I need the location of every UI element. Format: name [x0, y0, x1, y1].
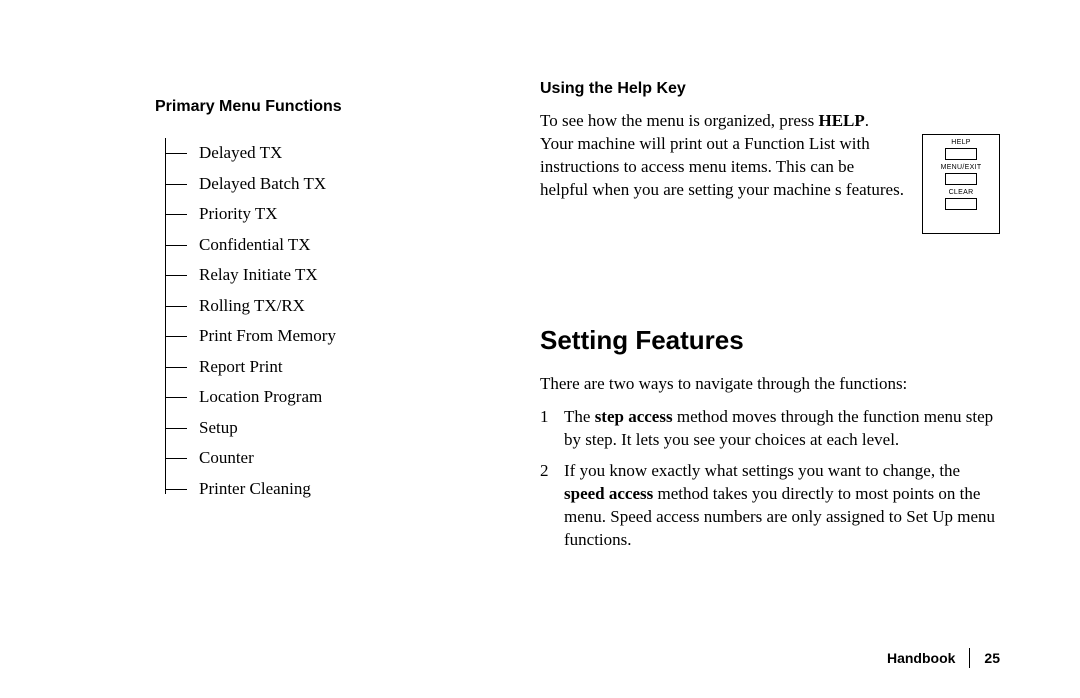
help-heading: Using the Help Key — [540, 80, 1000, 98]
help-paragraph: To see how the menu is organized, press … — [540, 110, 905, 202]
footer-separator — [969, 648, 970, 668]
list-item: Report Print — [165, 352, 485, 383]
setting-intro: There are two ways to navigate through t… — [540, 374, 1000, 394]
setting-features-section: Setting Features There are two ways to n… — [540, 325, 1000, 560]
list-item: Location Program — [165, 382, 485, 413]
list-item: Confidential TX — [165, 230, 485, 261]
list-item: Delayed TX — [165, 138, 485, 169]
clear-key-label: CLEAR — [923, 189, 999, 196]
key-diagram: HELP MENU/EXIT CLEAR — [922, 134, 1000, 234]
numbered-item: 2 If you know exactly what settings you … — [540, 460, 1000, 552]
left-column: Primary Menu Functions Delayed TX Delaye… — [155, 98, 485, 504]
primary-menu-heading: Primary Menu Functions — [155, 98, 485, 116]
setting-features-heading: Setting Features — [540, 325, 1000, 356]
help-key-label: HELP — [923, 139, 999, 146]
list-item: Delayed Batch TX — [165, 169, 485, 200]
footer: Handbook 25 — [887, 648, 1000, 668]
list-item: Printer Cleaning — [165, 474, 485, 505]
list-item: Rolling TX/RX — [165, 291, 485, 322]
menu-exit-key-label: MENU/EXIT — [923, 164, 999, 171]
menu-list: Delayed TX Delayed Batch TX Priority TX … — [165, 138, 485, 504]
list-item: Relay Initiate TX — [165, 260, 485, 291]
list-item: Priority TX — [165, 199, 485, 230]
list-item: Setup — [165, 413, 485, 444]
footer-label: Handbook — [887, 650, 955, 666]
menu-exit-key-icon — [945, 173, 977, 185]
clear-key-icon — [945, 198, 977, 210]
help-section: Using the Help Key To see how the menu i… — [540, 80, 1000, 202]
list-item: Print From Memory — [165, 321, 485, 352]
page-number: 25 — [984, 650, 1000, 666]
numbered-item: 1 The step access method moves through t… — [540, 406, 1000, 452]
list-item: Counter — [165, 443, 485, 474]
help-key-icon — [945, 148, 977, 160]
